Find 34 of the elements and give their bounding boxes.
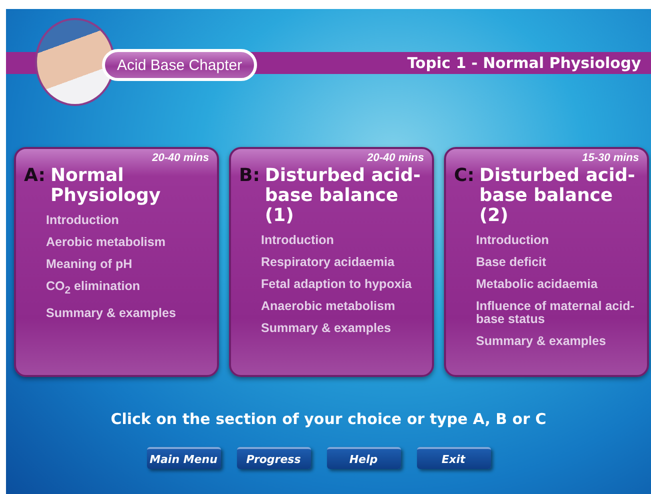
topic-item[interactable]: Summary & examples <box>476 335 639 348</box>
section-card[interactable]: 15-30 mins C: Disturbed acid-base balance (2) Introduction Base deficit Metabolic acidaemia Influence of maternal acid-base status Summary & examples <box>444 147 649 377</box>
topic-item[interactable]: Introduction <box>46 214 209 227</box>
duration-label: 20-40 mins <box>367 152 424 164</box>
topic-title: Topic 1 - Normal Physiology <box>407 54 641 72</box>
duration-label: 20-40 mins <box>152 152 209 164</box>
topic-item[interactable]: Base deficit <box>476 256 639 269</box>
chapter-label: Acid Base Chapter <box>102 49 258 81</box>
topic-item[interactable]: Metabolic acidaemia <box>476 278 639 291</box>
duration-label: 15-30 mins <box>582 152 639 164</box>
topic-item[interactable]: Influence of maternal acid-base status <box>476 300 639 326</box>
section-card[interactable]: 20-40 mins B: Disturbed acid-base balance (1) Introduction Respiratory acidaemia Fetal adaption to hypoxia Anaerobic metabolism Summary & examples <box>229 147 434 377</box>
nav-button[interactable]: Progress <box>236 447 310 469</box>
topic-item[interactable]: Summary & examples <box>46 306 209 320</box>
instruction-text: Click on the section of your choice or type A, B or C <box>110 410 548 428</box>
topic-item[interactable]: Introduction <box>476 234 639 247</box>
section-title: Disturbed acid-base balance (1) <box>264 166 422 226</box>
section-letter: B: <box>239 166 260 188</box>
topic-item[interactable]: Summary & examples <box>261 322 424 335</box>
section-title: Normal Physiology <box>50 166 162 206</box>
section-letter: A: <box>24 166 46 188</box>
nav-button[interactable]: Exit <box>416 447 490 469</box>
topic-item[interactable]: Meaning of pH <box>46 258 209 271</box>
topic-item[interactable]: CO$_{2}$ elimination <box>46 280 209 298</box>
nav-button[interactable]: Main Menu <box>146 447 220 469</box>
topic-item[interactable]: Respiratory acidaemia <box>261 256 424 269</box>
topic-item[interactable]: Fetal adaption to hypoxia <box>261 278 424 291</box>
topic-item[interactable]: Introduction <box>261 234 424 247</box>
section-title: Disturbed acid-base balance (2) <box>479 166 636 226</box>
section-card[interactable]: 20-40 mins A: Normal Physiology Introduction Aerobic metabolism Meaning of pH CO$_{2}$ elimination Summary & examples <box>14 147 219 377</box>
topic-item[interactable]: Aerobic metabolism <box>46 236 209 249</box>
nav-button[interactable]: Help <box>326 447 400 469</box>
topic-item[interactable]: Anaerobic metabolism <box>261 300 424 313</box>
section-letter: C: <box>454 166 474 188</box>
